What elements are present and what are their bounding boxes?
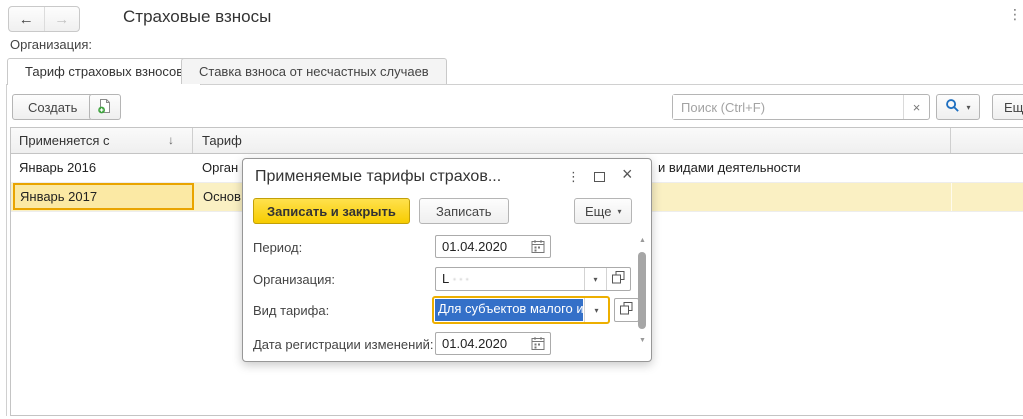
save-and-close-button[interactable]: Записать и закрыть <box>253 198 410 224</box>
open-form-icon <box>620 302 633 318</box>
document-plus-icon <box>97 98 113 117</box>
tariff-text-fragment: и видами деятельности <box>658 154 801 182</box>
chevron-down-icon: ▾ <box>593 275 597 284</box>
chevron-down-icon: ▾ <box>594 306 598 315</box>
dialog-more-menu[interactable]: ⋮ <box>567 169 580 185</box>
calendar-icon[interactable] <box>531 239 545 257</box>
dialog-close-button[interactable]: × <box>622 164 633 185</box>
dialog-scrollbar-thumb[interactable] <box>638 252 646 329</box>
tariff-kind-open-button[interactable] <box>614 298 639 322</box>
applied-tariffs-dialog: Применяемые тарифы страхов... ⋮ × Записа… <box>242 158 652 362</box>
tab-accident-rate[interactable]: Ставка взноса от несчастных случаев <box>181 58 447 84</box>
registration-date-label: Дата регистрации изменений: <box>253 337 433 352</box>
column-header-tariff[interactable]: Тариф <box>193 128 951 153</box>
create-copy-button[interactable] <box>89 94 121 120</box>
tab-label: Ставка взноса от несчастных случаев <box>199 64 429 79</box>
registration-date-value: 01.04.2020 <box>442 333 507 354</box>
table-header-row: Применяется с ↓ Тариф <box>11 128 1023 154</box>
tariff-kind-selected-text: Для субъектов малого ил <box>435 299 583 321</box>
chevron-down-icon: ▾ <box>966 103 970 112</box>
organization-dropdown-button[interactable]: ▾ <box>584 268 606 290</box>
tab-insurance-tariff[interactable]: Тариф страховых взносов <box>7 58 201 85</box>
column-header-label: Применяется с <box>19 133 109 148</box>
tariff-kind-label: Вид тарифа: <box>253 303 329 318</box>
period-label: Период: <box>253 240 302 255</box>
sort-desc-icon: ↓ <box>168 128 174 153</box>
maximize-icon[interactable] <box>594 172 605 182</box>
tariff-kind-input-focused[interactable]: Для субъектов малого ил ▾ <box>432 296 610 324</box>
open-form-icon <box>612 271 625 287</box>
scroll-down-icon[interactable]: ▼ <box>639 337 646 344</box>
list-more-button[interactable]: Еще <box>992 94 1023 120</box>
organization-label: Организация: <box>253 272 335 287</box>
search-field-group: × <box>672 94 930 120</box>
cell-applies-from: Январь 2016 <box>11 154 193 182</box>
chevron-down-icon: ▾ <box>617 207 621 216</box>
search-button[interactable]: ▾ <box>936 94 980 120</box>
kebab-icon: ⋮ <box>1008 6 1022 22</box>
page-title: Страховые взносы <box>123 7 271 27</box>
period-value: 01.04.2020 <box>442 236 507 257</box>
forward-button[interactable]: → <box>44 7 80 31</box>
create-button-label: Создать <box>28 100 77 115</box>
save-label: Записать <box>436 204 492 219</box>
tab-label: Тариф страховых взносов <box>25 64 183 79</box>
tariff-text-fragment: Орган <box>202 160 238 175</box>
back-icon: ← <box>19 11 34 28</box>
dialog-title: Применяемые тарифы страхов... <box>255 168 560 186</box>
period-date-input[interactable]: 01.04.2020 <box>435 235 551 258</box>
organization-value: L <box>442 271 449 286</box>
dialog-more-button[interactable]: Еще ▾ <box>574 198 632 224</box>
close-icon: × <box>622 164 633 184</box>
organization-filter-label: Организация: <box>10 37 92 52</box>
search-clear-button[interactable]: × <box>903 95 929 119</box>
forward-icon: → <box>54 11 69 28</box>
registration-date-input[interactable]: 01.04.2020 <box>435 332 551 355</box>
save-button[interactable]: Записать <box>419 198 509 224</box>
save-and-close-label: Записать и закрыть <box>267 204 396 219</box>
search-icon <box>945 98 960 116</box>
organization-open-button[interactable] <box>606 268 630 290</box>
tariff-kind-dropdown-button[interactable]: ▾ <box>584 298 608 322</box>
window-more-menu[interactable]: ⋮ <box>1008 6 1022 23</box>
tariff-text-fragment: Основ <box>203 189 241 204</box>
column-header-label: Тариф <box>202 133 242 148</box>
more-label: Еще <box>585 204 611 219</box>
cell-applies-from-active: Январь 2017 <box>13 183 194 210</box>
kebab-icon: ⋮ <box>567 169 580 184</box>
create-button[interactable]: Создать <box>12 94 93 120</box>
search-input[interactable] <box>673 95 903 119</box>
back-button[interactable]: ← <box>9 7 44 31</box>
calendar-icon[interactable] <box>531 336 545 354</box>
organization-input[interactable]: L ··· ▾ <box>435 267 631 291</box>
more-button-label: Еще <box>1004 100 1023 115</box>
scroll-up-icon[interactable]: ▲ <box>639 237 646 244</box>
clear-icon: × <box>913 100 921 115</box>
column-header-applies-from[interactable]: Применяется с ↓ <box>11 128 193 153</box>
organization-value-redacted: ··· <box>452 271 471 286</box>
nav-history-group: ← → <box>8 6 80 32</box>
